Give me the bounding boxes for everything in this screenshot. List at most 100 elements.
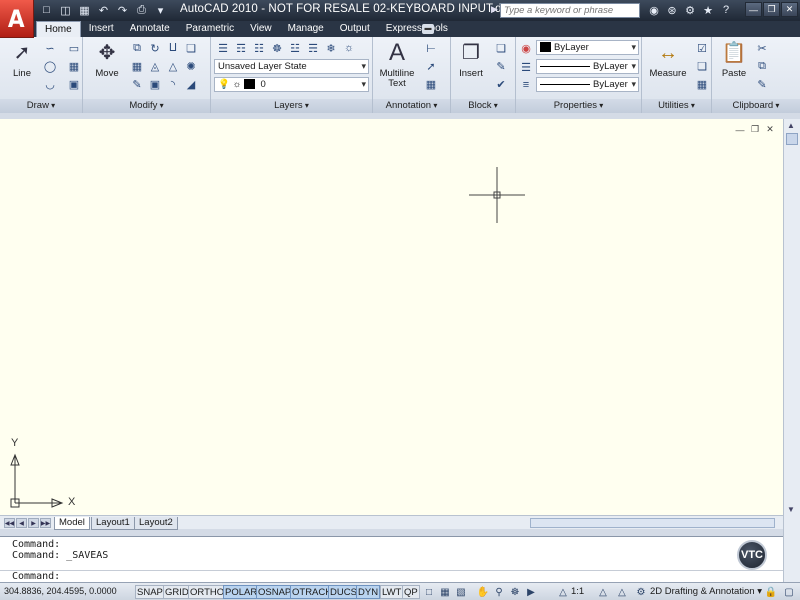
create-block-icon[interactable]: ❏ xyxy=(493,40,509,56)
toggle-lwt[interactable]: LWT xyxy=(380,585,404,599)
layer-properties-icon[interactable]: ☰ xyxy=(215,40,231,56)
workspace-switch[interactable]: 2D Drafting & Annotation ▾ xyxy=(650,586,762,597)
array-icon[interactable]: ▦ xyxy=(129,58,145,74)
rectangle-icon[interactable]: ▭ xyxy=(66,40,82,56)
erase-icon[interactable]: ✎ xyxy=(129,76,145,92)
lineweight-icon[interactable]: ☰ xyxy=(518,59,534,75)
toggle-polar[interactable]: POLAR xyxy=(223,585,260,599)
showmotion-icon[interactable]: ▶ xyxy=(524,585,538,599)
redo-icon[interactable]: ↷ xyxy=(114,2,131,18)
arc-icon[interactable]: ◡ xyxy=(42,76,58,92)
fillet-icon[interactable]: ◝ xyxy=(165,76,181,92)
stretch-icon[interactable]: ❏ xyxy=(183,40,199,56)
toggle-grid[interactable]: GRID xyxy=(163,585,191,599)
pan-icon[interactable]: ✋ xyxy=(476,585,490,599)
lock-icon[interactable]: 🔒 xyxy=(764,585,778,599)
scroll-down-icon[interactable]: ▼ xyxy=(787,505,795,514)
tab-parametric[interactable]: Parametric xyxy=(178,21,242,37)
communication-center-icon[interactable]: ⚙ xyxy=(682,2,698,18)
copy-clip-icon[interactable]: ⧉ xyxy=(754,58,770,74)
tab-output[interactable]: Output xyxy=(332,21,378,37)
annotation-scale-icon[interactable]: △ xyxy=(556,585,570,599)
annotation-panel-title[interactable]: Annotation xyxy=(373,99,450,113)
coordinate-readout[interactable]: 304.8836, 204.4595, 0.0000 xyxy=(4,586,132,596)
drawing-restore-icon[interactable]: ❐ xyxy=(749,124,761,135)
polyline-icon[interactable]: ∽ xyxy=(42,40,58,56)
attribute-icon[interactable]: ✔ xyxy=(493,76,509,92)
drawing-close-icon[interactable]: ✕ xyxy=(764,124,776,135)
color-dropdown[interactable]: ByLayer xyxy=(536,40,639,55)
tab-layout2[interactable]: Layout2 xyxy=(134,517,178,530)
quick-view-drawings-icon[interactable]: ▧ xyxy=(454,585,468,599)
leader-icon[interactable]: ➚ xyxy=(423,58,439,74)
linetype-icon[interactable]: ≡ xyxy=(518,77,534,93)
tab-express-tools[interactable]: Express Tools xyxy=(378,21,456,37)
tab-insert[interactable]: Insert xyxy=(81,21,122,37)
block-panel-title[interactable]: Block xyxy=(451,99,515,113)
toggle-dyn[interactable]: DYN xyxy=(356,585,381,599)
layer-freeze-icon[interactable]: ❄ xyxy=(323,40,339,56)
layer-previous-icon[interactable]: ☸ xyxy=(269,40,285,56)
first-layout-icon[interactable]: ◀◀ xyxy=(4,518,15,528)
zoom-icon[interactable]: ⚲ xyxy=(492,585,506,599)
minimize-icon[interactable]: — xyxy=(745,2,762,17)
layer-isolate-icon[interactable]: ☳ xyxy=(287,40,303,56)
annotation-scale-value[interactable]: 1:1 xyxy=(571,586,584,597)
clean-screen-icon[interactable]: ▢ xyxy=(782,585,796,599)
move-button[interactable]: ✥ Move xyxy=(87,40,127,79)
search-expand-icon[interactable]: ▶ xyxy=(491,4,498,15)
modify-panel-title[interactable]: Modify xyxy=(83,99,210,113)
chamfer-icon[interactable]: ◢ xyxy=(183,76,199,92)
minimize-ribbon-icon[interactable]: ▬ xyxy=(422,24,434,34)
toggle-ducs[interactable]: DUCS xyxy=(328,585,359,599)
clipboard-panel-title[interactable]: Clipboard xyxy=(712,99,800,113)
help-icon[interactable]: ? xyxy=(718,2,734,18)
open-file-icon[interactable]: ◫ xyxy=(57,2,74,18)
dimension-icon[interactable]: ⊢ xyxy=(423,40,439,56)
undo-icon[interactable]: ↶ xyxy=(95,2,112,18)
draw-panel-title[interactable]: Draw xyxy=(0,99,82,113)
layer-state-dropdown[interactable]: Unsaved Layer State xyxy=(214,59,369,74)
restore-icon[interactable]: ❐ xyxy=(763,2,780,17)
prev-layout-icon[interactable]: ◀ xyxy=(16,518,27,528)
tab-layout1[interactable]: Layout1 xyxy=(91,517,135,530)
multiline-text-button[interactable]: A Multiline Text xyxy=(377,40,417,89)
next-layout-icon[interactable]: ▶ xyxy=(28,518,39,528)
steering-wheel-icon[interactable]: ☸ xyxy=(508,585,522,599)
scale-icon[interactable]: ◬ xyxy=(147,58,163,74)
line-button[interactable]: ➚ Line xyxy=(2,40,42,79)
circle-icon[interactable]: ◯ xyxy=(42,58,58,74)
explode-icon[interactable]: ✺ xyxy=(183,58,199,74)
command-input[interactable]: Command: xyxy=(0,570,783,582)
drawing-area[interactable]: Y X xyxy=(0,119,783,515)
close-icon[interactable]: ✕ xyxy=(781,2,798,17)
layer-dropdown[interactable]: 💡 ☼ 0 xyxy=(214,77,369,92)
paste-button[interactable]: 📋 Paste xyxy=(714,40,754,79)
layer-off-icon[interactable]: ☼ xyxy=(341,40,357,56)
offset-icon[interactable]: ▣ xyxy=(147,76,163,92)
quick-select-icon[interactable]: ☑ xyxy=(694,40,710,56)
tab-model[interactable]: Model xyxy=(54,517,90,530)
model-space-icon[interactable]: □ xyxy=(422,585,436,599)
linetype-dropdown[interactable]: ByLayer xyxy=(536,59,639,74)
select-all-icon[interactable]: ❏ xyxy=(694,58,710,74)
workspace-gear-icon[interactable]: ⚙ xyxy=(634,585,648,599)
plot-icon[interactable]: ⎙ xyxy=(133,2,150,18)
copy-icon[interactable]: ⧉ xyxy=(129,40,145,56)
trim-icon[interactable]: ⨿ xyxy=(165,40,181,56)
application-menu-button[interactable]: A xyxy=(0,0,34,38)
match-icon[interactable]: ✎ xyxy=(754,76,770,92)
qat-dropdown-icon[interactable]: ▾ xyxy=(152,2,169,18)
tab-annotate[interactable]: Annotate xyxy=(122,21,178,37)
toggle-qp[interactable]: QP xyxy=(402,585,420,599)
auto-scale-icon[interactable]: △ xyxy=(615,585,629,599)
mirror-icon[interactable]: △ xyxy=(165,58,181,74)
table-icon[interactable]: ▦ xyxy=(423,76,439,92)
new-file-icon[interactable]: □ xyxy=(38,2,55,18)
quick-view-layouts-icon[interactable]: ▦ xyxy=(438,585,452,599)
vertical-scrollbar[interactable]: ▲ ▼ xyxy=(783,119,800,529)
tab-manage[interactable]: Manage xyxy=(280,21,332,37)
insert-button[interactable]: ❐ Insert xyxy=(451,40,491,79)
annotation-visibility-icon[interactable]: △ xyxy=(596,585,610,599)
tab-home[interactable]: Home xyxy=(36,21,81,37)
